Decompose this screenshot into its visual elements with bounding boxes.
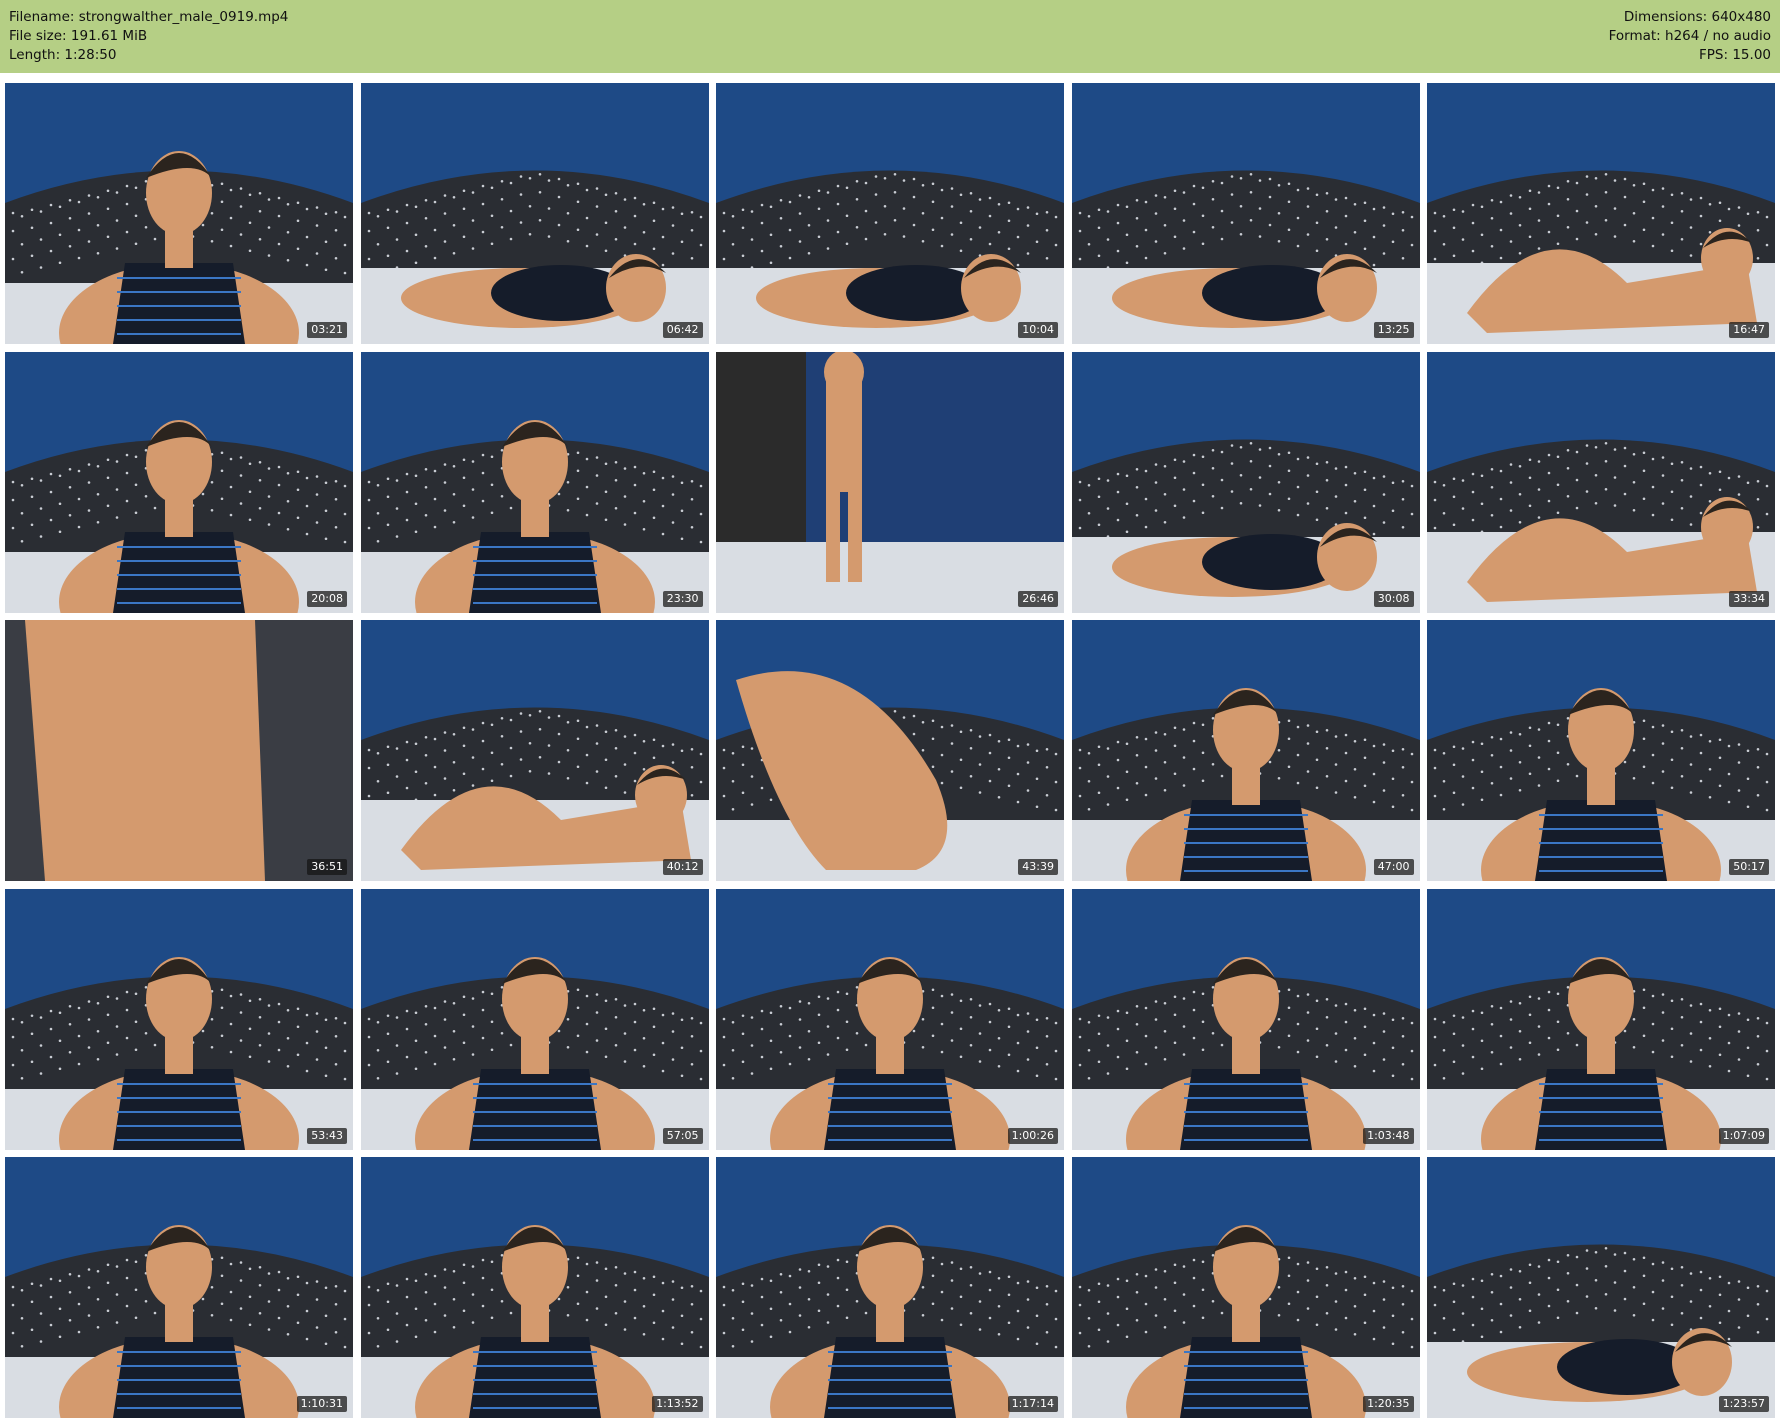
frame-timestamp: 1:13:52 — [652, 1396, 703, 1412]
frame-image — [5, 83, 353, 344]
thumbnail-frame: 50:17 — [1427, 620, 1775, 881]
frame-image — [1427, 1157, 1775, 1418]
file-info-right: Dimensions: 640x480 Format: h264 / no au… — [1609, 8, 1771, 65]
thumbnail-frame: 1:03:48 — [1071, 888, 1420, 1150]
frame-timestamp: 1:17:14 — [1007, 1396, 1058, 1412]
thumbnail-frame: 1:20:35 — [1071, 1157, 1420, 1418]
frame-timestamp: 50:17 — [1729, 859, 1769, 875]
frame-timestamp: 1:20:35 — [1363, 1396, 1414, 1412]
frame-image — [5, 888, 353, 1150]
thumbnail-frame: 43:39 — [716, 620, 1064, 881]
thumbnail-frame: 40:12 — [360, 620, 709, 881]
frame-image — [360, 620, 709, 881]
filename-text: Filename: strongwalther_male_0919.mp4 — [9, 9, 289, 25]
frame-image — [360, 888, 709, 1150]
frame-image — [5, 620, 353, 881]
frame-timestamp: 20:08 — [307, 590, 347, 607]
frame-timestamp: 36:51 — [307, 859, 347, 875]
frame-image — [360, 1157, 709, 1418]
frame-image — [716, 620, 1064, 881]
thumbnail-frame: 36:51 — [5, 620, 353, 881]
frame-image — [1071, 83, 1420, 344]
frame-image — [1071, 888, 1420, 1150]
frame-image — [5, 351, 353, 613]
frame-timestamp: 1:07:09 — [1718, 1127, 1769, 1144]
thumbnail-frame: 16:47 — [1427, 83, 1775, 344]
frame-image — [1427, 351, 1775, 613]
thumbnail-frame: 30:08 — [1071, 351, 1420, 613]
frame-timestamp: 33:34 — [1729, 590, 1769, 607]
frame-timestamp: 1:10:31 — [296, 1396, 347, 1412]
thumbnail-frame: 26:46 — [716, 351, 1064, 613]
frame-image — [1071, 351, 1420, 613]
format-text: Format: h264 / no audio — [1608, 28, 1771, 44]
thumbnail-frame: 23:30 — [360, 351, 709, 613]
frame-image — [1071, 620, 1420, 881]
thumbnail-frame: 1:00:26 — [716, 888, 1064, 1150]
thumbnail-frame: 1:13:52 — [360, 1157, 709, 1418]
frame-timestamp: 10:04 — [1018, 322, 1058, 338]
thumbnail-frame: 20:08 — [5, 351, 353, 613]
frame-timestamp: 13:25 — [1373, 322, 1414, 338]
frame-timestamp: 03:21 — [307, 322, 347, 338]
frame-image — [1427, 620, 1775, 881]
frame-image — [716, 351, 1064, 613]
file-info-header: Filename: strongwalther_male_0919.mp4 Fi… — [0, 0, 1780, 73]
frame-timestamp: 1:03:48 — [1363, 1127, 1414, 1144]
fps-text: FPS: 15.00 — [1699, 47, 1771, 63]
frame-image — [716, 888, 1064, 1150]
thumbnail-grid: 03:21 06:42 10:04 13:25 16:47 20:08 23:30 26:46… — [5, 83, 1775, 1418]
thumbnail-frame: 06:42 — [360, 83, 709, 344]
thumbnail-frame: 03:21 — [5, 83, 353, 344]
frame-image — [360, 351, 709, 613]
frame-image — [5, 1157, 353, 1418]
frame-image — [1427, 888, 1775, 1150]
thumbnail-frame: 13:25 — [1071, 83, 1420, 344]
file-info-left: Filename: strongwalther_male_0919.mp4 Fi… — [9, 8, 288, 65]
frame-timestamp: 06:42 — [662, 322, 703, 338]
frame-timestamp: 1:23:57 — [1718, 1396, 1769, 1412]
frame-image — [360, 83, 709, 344]
thumbnail-frame: 57:05 — [360, 888, 709, 1150]
frame-timestamp: 26:46 — [1018, 590, 1058, 607]
thumbnail-frame: 1:17:14 — [716, 1157, 1064, 1418]
frame-image — [716, 83, 1064, 344]
frame-image — [716, 1157, 1064, 1418]
frame-timestamp: 53:43 — [307, 1127, 347, 1144]
thumbnail-frame: 1:07:09 — [1427, 888, 1775, 1150]
thumbnail-frame: 33:34 — [1427, 351, 1775, 613]
frame-timestamp: 30:08 — [1373, 590, 1414, 607]
thumbnail-frame: 53:43 — [5, 888, 353, 1150]
frame-timestamp: 57:05 — [662, 1127, 703, 1144]
frame-timestamp: 47:00 — [1373, 859, 1414, 875]
dimensions-text: Dimensions: 640x480 — [1623, 9, 1771, 25]
frame-image — [1427, 83, 1775, 344]
thumbnail-frame: 1:23:57 — [1427, 1157, 1775, 1418]
thumbnail-frame: 1:10:31 — [5, 1157, 353, 1418]
frame-timestamp: 1:00:26 — [1007, 1127, 1058, 1144]
length-text: Length: 1:28:50 — [9, 47, 117, 63]
frame-image — [1071, 1157, 1420, 1418]
thumbnail-frame: 10:04 — [716, 83, 1064, 344]
frame-timestamp: 43:39 — [1018, 859, 1058, 875]
frame-timestamp: 23:30 — [662, 590, 703, 607]
frame-timestamp: 40:12 — [662, 859, 703, 875]
file-size-text: File size: 191.61 MiB — [9, 28, 148, 44]
thumbnail-frame: 47:00 — [1071, 620, 1420, 881]
frame-timestamp: 16:47 — [1729, 322, 1769, 338]
